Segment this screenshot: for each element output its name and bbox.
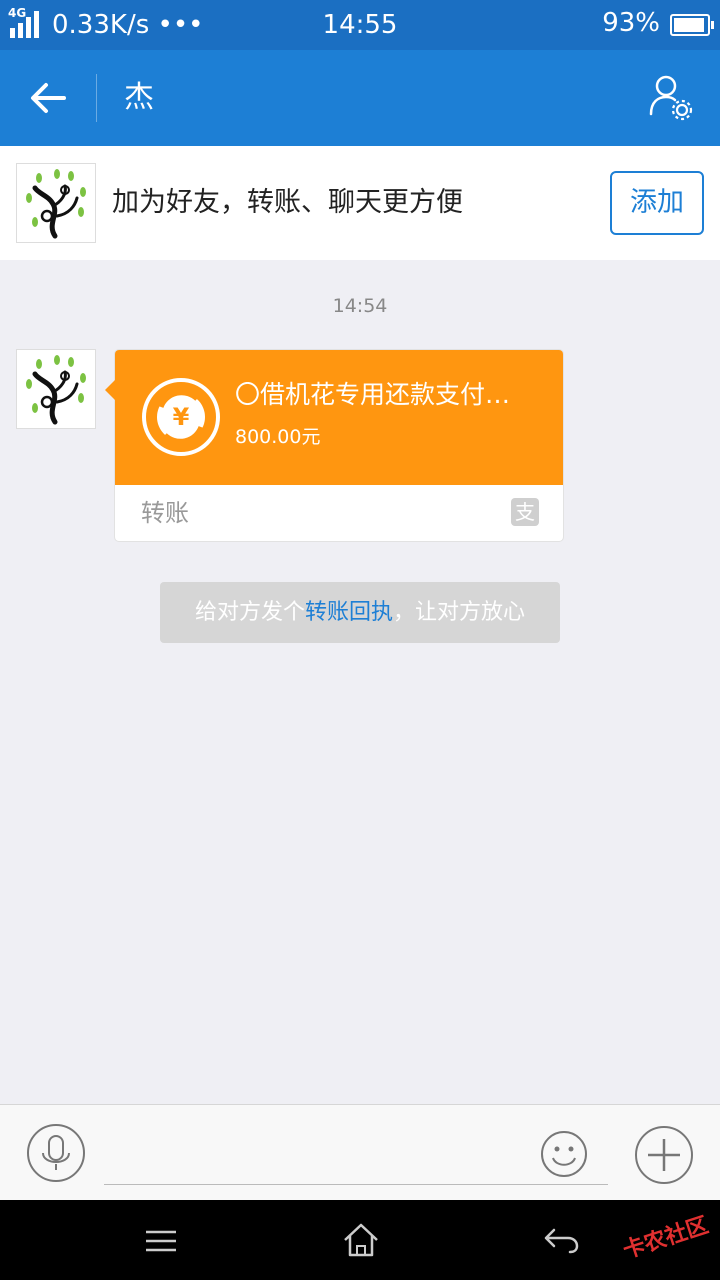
tip-suffix: ，让对方放心: [393, 600, 526, 625]
title-divider: [96, 74, 97, 122]
chat-title: 杰: [124, 80, 154, 115]
add-friend-banner: 加为好友，转账、聊天更方便 添加: [0, 146, 720, 260]
contact-avatar[interactable]: [16, 163, 96, 243]
menu-icon[interactable]: [144, 1228, 178, 1254]
transfer-message-card[interactable]: ¥ 〇借机花专用还款支付… 800.00元 转账 支: [105, 349, 564, 542]
back-icon[interactable]: [542, 1226, 580, 1254]
plus-icon[interactable]: [634, 1125, 694, 1185]
input-bar: [0, 1104, 720, 1200]
add-friend-message: 加为好友，转账、聊天更方便: [112, 187, 463, 218]
svg-text:¥: ¥: [173, 403, 190, 431]
transfer-title: 〇借机花专用还款支付…: [235, 380, 511, 409]
home-icon[interactable]: [342, 1222, 380, 1258]
contact-settings-icon[interactable]: [648, 74, 694, 122]
back-arrow-icon[interactable]: [28, 80, 68, 116]
transfer-label: 转账: [141, 499, 189, 527]
transfer-receipt-link[interactable]: 转账回执: [305, 600, 393, 625]
transfer-coin-icon: ¥: [142, 378, 220, 456]
bubble-tail: [105, 380, 115, 400]
tip-prefix: 给对方发个: [194, 600, 305, 625]
tree-avatar-icon: [26, 169, 86, 239]
sender-avatar[interactable]: [16, 349, 96, 429]
add-friend-button[interactable]: 添加: [610, 171, 704, 235]
emoji-icon[interactable]: [540, 1130, 588, 1178]
voice-input-icon[interactable]: [26, 1123, 86, 1183]
system-nav-bar: 卡农社区: [0, 1200, 720, 1280]
transfer-amount: 800.00元: [235, 426, 321, 448]
title-bar: 杰: [0, 50, 720, 146]
transfer-card-header: ¥ 〇借机花专用还款支付… 800.00元: [115, 350, 563, 485]
tree-avatar-icon: [26, 355, 86, 425]
message-input[interactable]: [104, 1123, 608, 1185]
watermark-logo: 卡农社区: [620, 1213, 712, 1265]
battery-icon: [670, 14, 714, 36]
battery-percent: 93%: [602, 8, 660, 38]
receipt-tip: 给对方发个转账回执，让对方放心: [160, 582, 560, 643]
status-bar: 4G 0.33K/s ••• 14:55 93%: [0, 0, 720, 50]
message-timestamp: 14:54: [332, 295, 388, 317]
alipay-icon: 支: [511, 498, 539, 526]
battery-level: [674, 18, 704, 32]
